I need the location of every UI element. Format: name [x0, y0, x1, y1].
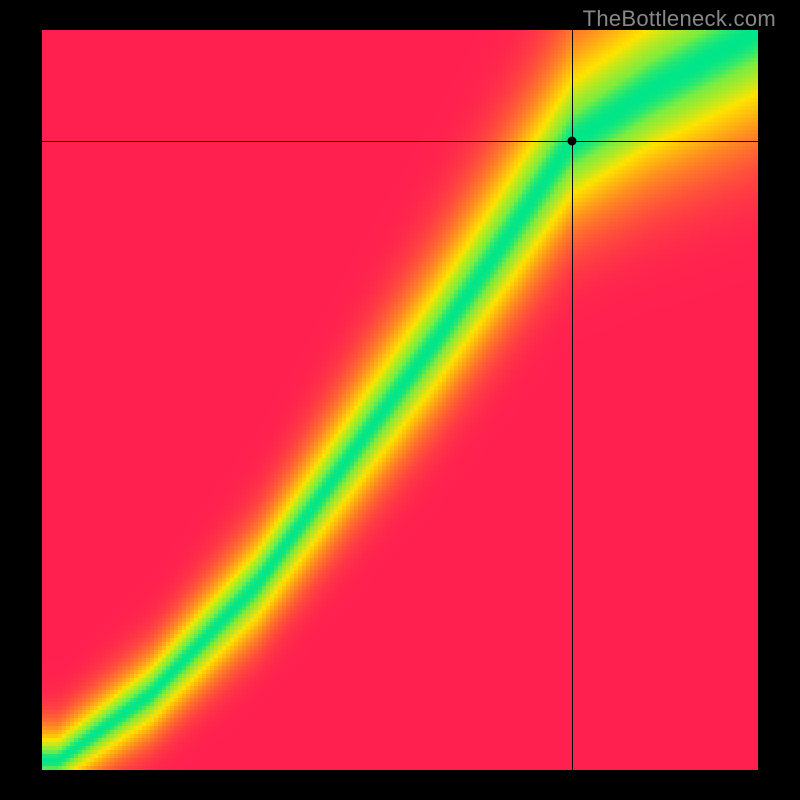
plot-area	[42, 30, 758, 770]
crosshair-horizontal	[42, 141, 758, 142]
chart-container: TheBottleneck.com	[0, 0, 800, 800]
balance-point-marker	[567, 137, 576, 146]
watermark-text: TheBottleneck.com	[583, 6, 776, 32]
